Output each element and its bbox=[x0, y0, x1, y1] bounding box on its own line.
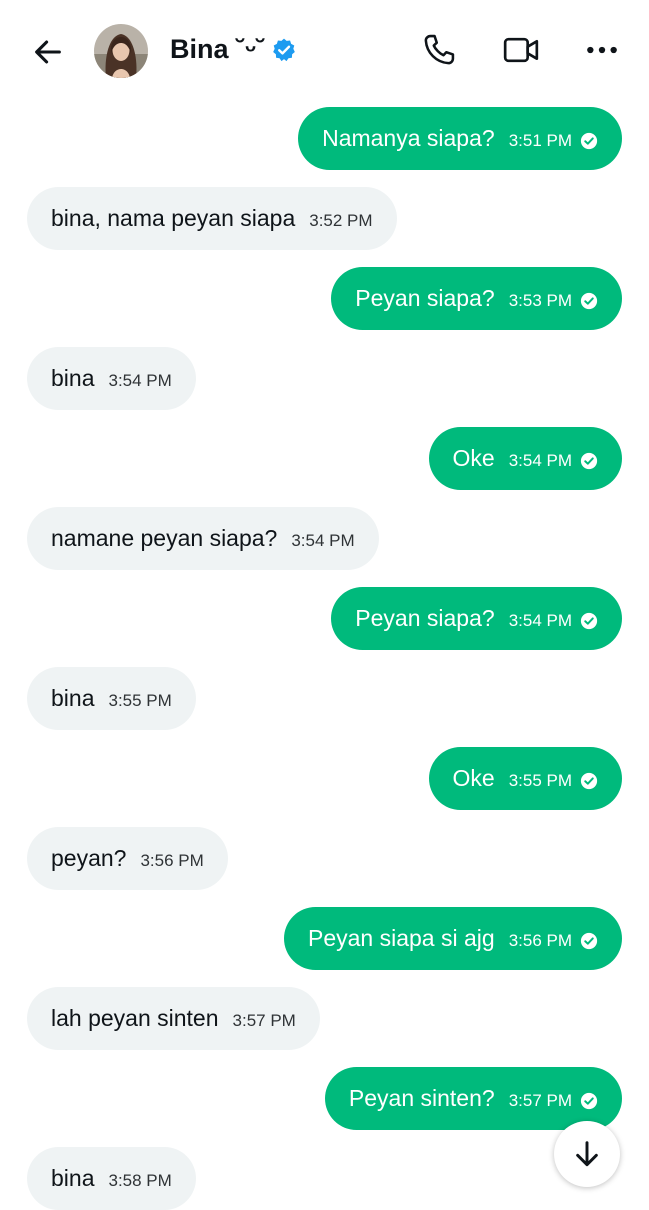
received-message[interactable]: peyan? 3:56 PM bbox=[27, 827, 228, 890]
sent-message[interactable]: Peyan siapa? 3:53 PM bbox=[331, 267, 622, 330]
received-message[interactable]: bina, nama peyan siapa 3:52 PM bbox=[27, 187, 397, 250]
sent-message[interactable]: Oke 3:55 PM bbox=[428, 747, 622, 810]
verified-badge-icon bbox=[273, 38, 295, 61]
message-text: lah peyan sinten bbox=[51, 1005, 219, 1031]
arrow-left-icon bbox=[35, 40, 61, 64]
message-text: Peyan siapa? bbox=[355, 285, 495, 311]
video-camera-icon bbox=[503, 37, 539, 63]
scroll-to-bottom-button[interactable] bbox=[554, 1121, 620, 1187]
call-button[interactable] bbox=[417, 28, 461, 72]
more-horizontal-icon bbox=[587, 46, 617, 54]
message-time: 3:57 PM bbox=[232, 1011, 296, 1030]
message-text: bina, nama peyan siapa bbox=[51, 205, 296, 231]
contact-name[interactable]: Bina ˘ᵕ˘ bbox=[170, 34, 297, 65]
more-options-button[interactable] bbox=[580, 28, 624, 72]
received-message[interactable]: bina 3:58 PM bbox=[27, 1147, 196, 1210]
message-time: 3:55 PM bbox=[108, 691, 172, 710]
video-call-button[interactable] bbox=[499, 28, 543, 72]
received-message[interactable]: bina 3:55 PM bbox=[27, 667, 196, 730]
received-message[interactable]: bina 3:54 PM bbox=[27, 347, 196, 410]
sent-message[interactable]: Peyan siapa? 3:54 PM bbox=[331, 587, 622, 650]
received-message[interactable]: lah peyan sinten 3:57 PM bbox=[27, 987, 320, 1050]
avatar[interactable] bbox=[94, 24, 148, 78]
message-text: peyan? bbox=[51, 845, 127, 871]
message-time: 3:54 PM bbox=[508, 611, 572, 630]
sent-message[interactable]: Namanya siapa? 3:51 PM bbox=[298, 107, 622, 170]
message-text: bina bbox=[51, 1165, 95, 1191]
received-message[interactable]: namane peyan siapa? 3:54 PM bbox=[27, 507, 379, 570]
message-text: Peyan siapa si ajg bbox=[308, 925, 495, 951]
read-check-icon bbox=[580, 292, 598, 310]
read-check-icon bbox=[580, 452, 598, 470]
message-text: Peyan sinten? bbox=[348, 1085, 495, 1111]
contact-name-text: Bina ˘ᵕ˘ bbox=[170, 34, 266, 64]
message-time: 3:54 PM bbox=[108, 371, 172, 390]
message-time: 3:53 PM bbox=[508, 291, 572, 310]
read-check-icon bbox=[580, 772, 598, 790]
message-time: 3:52 PM bbox=[309, 211, 373, 230]
message-list: Namanya siapa? 3:51 PM bina, nama peyan … bbox=[0, 0, 649, 1210]
message-time: 3:56 PM bbox=[508, 931, 572, 950]
avatar-image bbox=[94, 24, 148, 78]
back-button[interactable] bbox=[28, 32, 68, 72]
phone-icon bbox=[424, 34, 455, 65]
message-time: 3:51 PM bbox=[508, 131, 572, 150]
sent-message[interactable]: Peyan siapa si ajg 3:56 PM bbox=[284, 907, 622, 970]
message-time: 3:58 PM bbox=[108, 1171, 172, 1190]
sent-message[interactable]: Peyan sinten? 3:57 PM bbox=[324, 1067, 622, 1130]
read-check-icon bbox=[580, 1092, 598, 1110]
message-text: Peyan siapa? bbox=[355, 605, 495, 631]
message-time: 3:56 PM bbox=[140, 851, 204, 870]
read-check-icon bbox=[580, 132, 598, 150]
message-text: Namanya siapa? bbox=[322, 125, 495, 151]
message-text: namane peyan siapa? bbox=[51, 525, 278, 551]
message-text: bina bbox=[51, 685, 95, 711]
read-check-icon bbox=[580, 612, 598, 630]
message-time: 3:55 PM bbox=[508, 771, 572, 790]
message-time: 3:54 PM bbox=[508, 451, 572, 470]
message-time: 3:54 PM bbox=[291, 531, 355, 550]
conversation-header: Bina ˘ᵕ˘ bbox=[0, 0, 649, 100]
sent-message[interactable]: Oke 3:54 PM bbox=[428, 427, 622, 490]
message-time: 3:57 PM bbox=[508, 1091, 572, 1110]
message-text: bina bbox=[51, 365, 95, 391]
message-text: Oke bbox=[452, 765, 495, 791]
arrow-down-icon bbox=[576, 1141, 598, 1167]
message-text: Oke bbox=[452, 445, 495, 471]
read-check-icon bbox=[580, 932, 598, 950]
